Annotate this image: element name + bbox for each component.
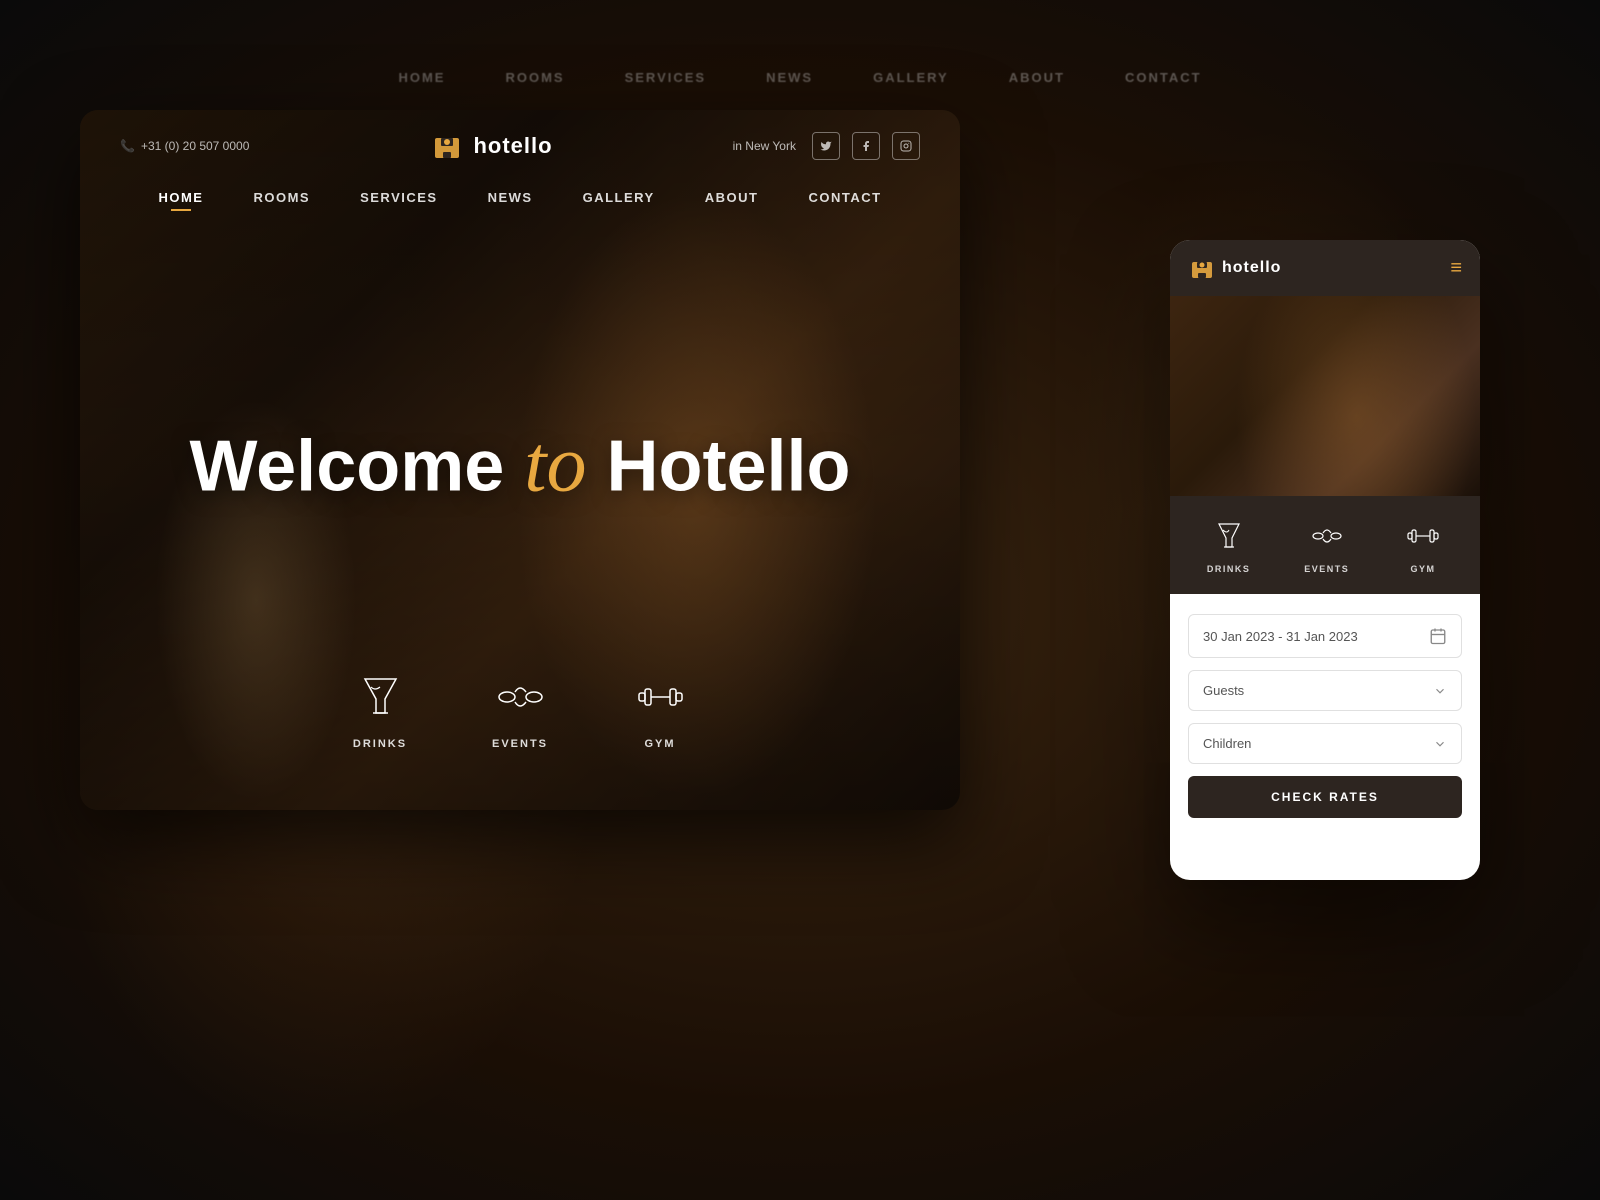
desktop-service-gym[interactable]: GYM xyxy=(630,666,690,750)
logo-icon xyxy=(429,128,465,164)
mobile-header: hotello ≡ xyxy=(1170,240,1480,296)
calendar-icon xyxy=(1429,627,1447,645)
mobile-drinks-label: DRINKS xyxy=(1207,564,1251,574)
hero-title-welcome: Welcome xyxy=(189,426,524,506)
mobile-services: DRINKS EVENTS xyxy=(1170,496,1480,594)
gym-icon-wrap xyxy=(630,666,690,726)
desktop-hero: 📞 +31 (0) 20 507 0000 hotello in New Yor… xyxy=(80,110,960,810)
mobile-hero-overlay xyxy=(1170,296,1480,496)
bg-nav-home: HOME xyxy=(398,70,445,85)
instagram-icon[interactable] xyxy=(892,132,920,160)
booking-card: 30 Jan 2023 - 31 Jan 2023 Guests Chil xyxy=(1170,594,1480,838)
gym-label: GYM xyxy=(644,738,675,750)
events-icon-wrap xyxy=(490,666,550,726)
hamburger-menu[interactable]: ≡ xyxy=(1450,257,1462,280)
children-chevron-icon xyxy=(1433,737,1447,751)
mobile-logo-icon xyxy=(1188,254,1216,282)
desktop-service-events[interactable]: EVENTS xyxy=(490,666,550,750)
mobile-drinks-icon xyxy=(1209,516,1249,556)
guests-chevron-icon xyxy=(1433,684,1447,698)
bg-nav-services: SERVICES xyxy=(625,70,707,85)
desktop-nav: HOME ROOMS SERVICES NEWS GALLERY ABOUT C… xyxy=(80,178,960,217)
drinks-icon-wrap xyxy=(350,666,410,726)
events-label: EVENTS xyxy=(492,738,548,750)
social-icons xyxy=(812,132,920,160)
bg-nav-about: ABOUT xyxy=(1009,70,1065,85)
nav-contact[interactable]: CONTACT xyxy=(808,190,881,205)
location-text: in New York xyxy=(733,139,796,153)
mobile-gym-icon xyxy=(1403,516,1443,556)
mobile-events-label: EVENTS xyxy=(1304,564,1349,574)
guests-select[interactable]: Guests xyxy=(1188,670,1462,711)
desktop-header: 📞 +31 (0) 20 507 0000 hotello in New Yor… xyxy=(80,110,960,182)
bg-nav-news: NEWS xyxy=(766,70,813,85)
hero-title-hotello: Hotello xyxy=(587,426,851,506)
date-range-field[interactable]: 30 Jan 2023 - 31 Jan 2023 xyxy=(1188,614,1462,658)
phone-number: 📞 +31 (0) 20 507 0000 xyxy=(120,139,249,153)
desktop-logo[interactable]: hotello xyxy=(429,128,552,164)
bg-nav-rooms: ROOMS xyxy=(505,70,564,85)
phone-text: +31 (0) 20 507 0000 xyxy=(141,139,249,153)
children-label: Children xyxy=(1203,736,1251,751)
nav-home[interactable]: HOME xyxy=(158,190,203,205)
mobile-hero xyxy=(1170,296,1480,496)
check-rates-button[interactable]: CHECK RATES xyxy=(1188,776,1462,818)
logo-text: hotello xyxy=(473,133,552,159)
mobile-service-drinks[interactable]: DRINKS xyxy=(1207,516,1251,574)
nav-news[interactable]: NEWS xyxy=(488,190,533,205)
drinks-label: DRINKS xyxy=(353,738,407,750)
mobile-gym-label: GYM xyxy=(1411,564,1436,574)
nav-services[interactable]: SERVICES xyxy=(360,190,438,205)
gym-icon xyxy=(633,669,688,724)
desktop-window: 📞 +31 (0) 20 507 0000 hotello in New Yor… xyxy=(80,110,960,810)
phone-icon: 📞 xyxy=(120,139,135,153)
background-nav: HOME ROOMS SERVICES NEWS GALLERY ABOUT C… xyxy=(0,50,1600,105)
hero-title-italic: to xyxy=(524,420,586,508)
hero-content: Welcome to Hotello xyxy=(189,420,850,508)
guests-label: Guests xyxy=(1203,683,1244,698)
drinks-icon xyxy=(353,669,408,724)
facebook-icon[interactable] xyxy=(852,132,880,160)
mobile-service-events[interactable]: EVENTS xyxy=(1304,516,1349,574)
hero-title: Welcome to Hotello xyxy=(189,420,850,508)
date-range-text: 30 Jan 2023 - 31 Jan 2023 xyxy=(1203,629,1358,644)
children-select[interactable]: Children xyxy=(1188,723,1462,764)
bg-nav-contact: CONTACT xyxy=(1125,70,1202,85)
mobile-window: hotello ≡ DRINKS xyxy=(1170,240,1480,880)
bg-nav-gallery: GALLERY xyxy=(873,70,949,85)
nav-gallery[interactable]: GALLERY xyxy=(583,190,655,205)
mobile-service-gym[interactable]: GYM xyxy=(1403,516,1443,574)
desktop-right-header: in New York xyxy=(733,132,920,160)
nav-about[interactable]: ABOUT xyxy=(705,190,759,205)
desktop-service-icons: DRINKS EVENTS xyxy=(350,666,690,750)
mobile-events-icon xyxy=(1307,516,1347,556)
mobile-logo-text: hotello xyxy=(1222,259,1281,277)
nav-rooms[interactable]: ROOMS xyxy=(253,190,310,205)
events-icon xyxy=(493,669,548,724)
twitter-icon[interactable] xyxy=(812,132,840,160)
desktop-service-drinks[interactable]: DRINKS xyxy=(350,666,410,750)
mobile-logo[interactable]: hotello xyxy=(1188,254,1281,282)
